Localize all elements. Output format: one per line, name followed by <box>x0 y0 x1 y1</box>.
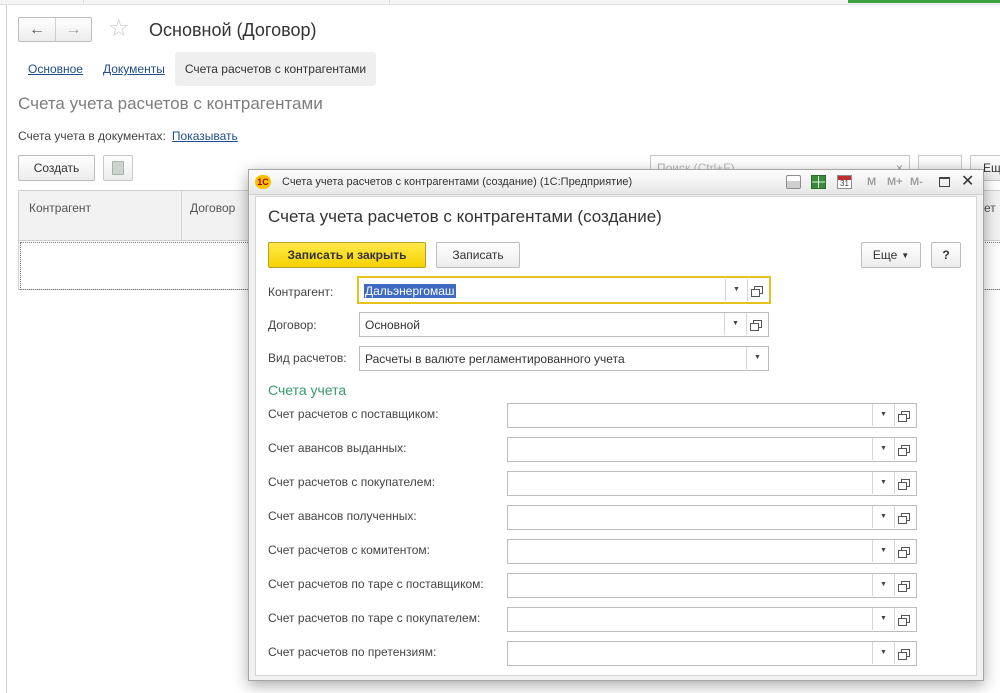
navigation-buttons: ← → <box>18 17 92 42</box>
customer-tare-dropdown-icon[interactable]: ▼ <box>872 608 894 630</box>
settlement-type-value: Расчеты в валюте регламентированного уче… <box>365 352 625 366</box>
forward-button[interactable]: → <box>55 18 91 41</box>
more-button-label: Еще <box>872 248 898 262</box>
counterparty-value-text: Дальэнергомаш <box>364 284 456 298</box>
accounts-group-title: Счета учета <box>268 382 347 398</box>
save-button[interactable]: Записать <box>436 242 520 268</box>
column-header-contract[interactable]: Договор <box>190 201 235 215</box>
advances-received-field[interactable]: ▼ <box>507 505 917 530</box>
supplier-account-label: Счет расчетов с поставщиком: <box>268 407 439 421</box>
show-accounts-link[interactable]: Показывать <box>172 129 238 143</box>
supplier-tare-dropdown-icon[interactable]: ▼ <box>872 574 894 596</box>
advances-issued-field[interactable]: ▼ <box>507 437 917 462</box>
supplier-account-open-icon[interactable] <box>894 404 916 426</box>
settlement-type-label: Вид расчетов: <box>268 351 347 365</box>
contract-open-icon[interactable] <box>746 313 768 335</box>
top-tab-segment <box>84 0 390 5</box>
customer-account-dropdown-icon[interactable]: ▼ <box>872 472 894 494</box>
settlement-type-dropdown-icon[interactable]: ▼ <box>746 347 768 369</box>
counterparty-dropdown-icon[interactable]: ▼ <box>725 279 747 301</box>
advances-issued-dropdown-icon[interactable]: ▼ <box>872 438 894 460</box>
dialog-title: Счета учета расчетов с контрагентами (со… <box>268 207 662 226</box>
advances-issued-label: Счет авансов выданных: <box>268 441 407 455</box>
create-dialog: 1С Счета учета расчетов с контрагентами … <box>248 169 984 681</box>
memory-plus-button[interactable]: M+ <box>887 176 903 188</box>
back-button[interactable]: ← <box>19 18 55 41</box>
advances-received-open-icon[interactable] <box>894 506 916 528</box>
accounts-in-docs-row: Счета учета в документах: Показывать <box>18 129 238 143</box>
supplier-tare-field[interactable]: ▼ <box>507 573 917 598</box>
chevron-down-icon: ▼ <box>901 251 910 260</box>
copy-button[interactable] <box>103 155 133 181</box>
dialog-body: Счета учета расчетов с контрагентами (со… <box>255 196 977 676</box>
customer-tare-open-icon[interactable] <box>894 608 916 630</box>
advances-received-label: Счет авансов полученных: <box>268 509 417 523</box>
customer-tare-label: Счет расчетов по таре с покупателем: <box>268 611 481 625</box>
counterparty-field[interactable]: Дальэнергомаш ▼ <box>357 276 771 304</box>
arrow-right-icon: → <box>65 20 82 38</box>
column-header-partial[interactable]: ет <box>984 201 996 215</box>
tab-documents[interactable]: Документы <box>93 52 175 86</box>
customer-account-label: Счет расчетов с покупателем: <box>268 475 436 489</box>
customer-account-open-icon[interactable] <box>894 472 916 494</box>
supplier-account-field[interactable]: ▼ <box>507 403 917 428</box>
create-button[interactable]: Создать <box>18 155 95 181</box>
print-icon[interactable] <box>786 175 801 189</box>
claims-account-field[interactable]: ▼ <box>507 641 917 666</box>
column-header-counterparty[interactable]: Контрагент <box>29 201 91 215</box>
window-top-strip <box>0 0 1000 5</box>
memory-button[interactable]: M <box>867 176 876 188</box>
save-and-close-button[interactable]: Записать и закрыть <box>268 242 426 268</box>
help-button[interactable]: ? <box>931 242 961 268</box>
favorite-star-icon[interactable]: ☆ <box>108 15 130 43</box>
copy-icon <box>112 161 124 175</box>
claims-account-dropdown-icon[interactable]: ▼ <box>872 642 894 664</box>
claims-account-label: Счет расчетов по претензиям: <box>268 645 437 659</box>
more-button[interactable]: Еще ▼ <box>861 242 921 268</box>
supplier-tare-label: Счет расчетов по таре с поставщиком: <box>268 577 484 591</box>
tab-main[interactable]: Основное <box>18 52 93 86</box>
supplier-account-dropdown-icon[interactable]: ▼ <box>872 404 894 426</box>
consignor-account-label: Счет расчетов с комитентом: <box>268 543 430 557</box>
close-icon[interactable]: ✕ <box>961 172 974 192</box>
settlement-type-field[interactable]: Расчеты в валюте регламентированного уче… <box>359 346 769 371</box>
tab-settlement-accounts-label: Счета расчетов с контрагентами <box>184 62 367 76</box>
advances-received-dropdown-icon[interactable]: ▼ <box>872 506 894 528</box>
tab-main-label: Основное <box>28 62 83 76</box>
top-tab-segment <box>0 0 84 5</box>
supplier-tare-open-icon[interactable] <box>894 574 916 596</box>
consignor-account-dropdown-icon[interactable]: ▼ <box>872 540 894 562</box>
active-tab-indicator <box>848 0 1000 3</box>
contract-value: Основной <box>365 318 421 332</box>
window-left-border <box>6 5 7 693</box>
customer-account-field[interactable]: ▼ <box>507 471 917 496</box>
counterparty-open-icon[interactable] <box>747 279 769 301</box>
advances-issued-open-icon[interactable] <box>894 438 916 460</box>
memory-minus-button[interactable]: M- <box>910 176 923 188</box>
tab-documents-label: Документы <box>102 62 165 76</box>
dialog-window-title: Счета учета расчетов с контрагентами (со… <box>282 176 633 188</box>
accounts-in-docs-label: Счета учета в документах: <box>18 129 166 143</box>
calendar-icon[interactable]: 31 <box>837 175 852 189</box>
customer-tare-field[interactable]: ▼ <box>507 607 917 632</box>
contract-label: Договор: <box>268 318 317 332</box>
consignor-account-open-icon[interactable] <box>894 540 916 562</box>
counterparty-value: Дальэнергомаш <box>364 284 456 298</box>
consignor-account-field[interactable]: ▼ <box>507 539 917 564</box>
claims-account-open-icon[interactable] <box>894 642 916 664</box>
tab-settlement-accounts[interactable]: Счета расчетов с контрагентами <box>174 52 377 86</box>
contract-field[interactable]: Основной ▼ <box>359 312 769 337</box>
counterparty-label: Контрагент: <box>268 285 334 299</box>
contract-dropdown-icon[interactable]: ▼ <box>724 313 746 335</box>
section-title: Счета учета расчетов с контрагентами <box>18 94 323 113</box>
form-tabs: Основное Документы Счета расчетов с конт… <box>18 52 377 86</box>
dialog-titlebar: 1С Счета учета расчетов с контрагентами … <box>249 170 983 195</box>
calculator-icon[interactable] <box>811 175 826 189</box>
maximize-icon[interactable] <box>939 177 950 187</box>
column-divider <box>181 191 182 241</box>
arrow-left-icon: ← <box>29 20 45 38</box>
page-title: Основной (Договор) <box>149 20 317 40</box>
1c-logo-icon: 1С <box>255 175 271 189</box>
